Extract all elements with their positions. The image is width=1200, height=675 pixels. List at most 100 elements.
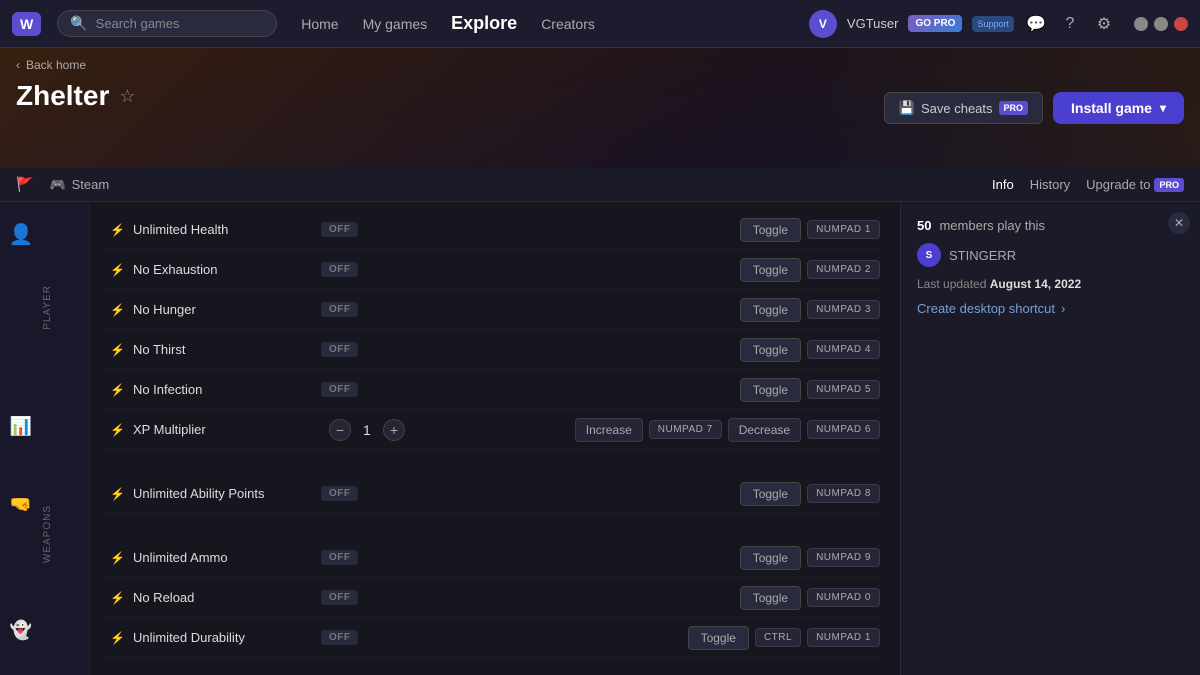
window-controls <box>1134 17 1188 31</box>
lightning-icon-10: ⚡ <box>110 631 125 645</box>
lightning-icon-8: ⚡ <box>110 551 125 565</box>
go-pro-badge[interactable]: GO PRO <box>908 15 962 32</box>
category-weapons-label: Weapons <box>42 497 53 571</box>
lightning-icon-7: ⚡ <box>110 487 125 501</box>
tab-info[interactable]: Info <box>992 177 1014 192</box>
nav-explore[interactable]: Explore <box>451 13 517 34</box>
members-text: members play this <box>939 218 1044 233</box>
toggle-button-no-exhaustion[interactable]: Toggle <box>740 258 801 282</box>
key-badge-unlimited-ammo: NUMPAD 9 <box>807 548 880 567</box>
info-panel: ✕ 50 members play this S STINGERR Last u… <box>900 202 1200 675</box>
search-input[interactable] <box>96 16 256 31</box>
back-link[interactable]: ‹ Back home <box>0 48 1200 76</box>
minimize-button[interactable] <box>1134 17 1148 31</box>
creator-avatar: S <box>917 243 941 267</box>
upgrade-pro-tag: PRO <box>1154 178 1184 192</box>
tab-upgrade-to[interactable]: Upgrade to PRO <box>1086 177 1184 192</box>
favorite-star-icon[interactable]: ☆ <box>119 86 135 107</box>
cheat-controls-no-thirst: Toggle NUMPAD 4 <box>740 338 880 362</box>
install-label: Install game <box>1071 100 1152 116</box>
install-chevron-icon: ▾ <box>1160 101 1166 115</box>
lightning-icon-9: ⚡ <box>110 591 125 605</box>
cheat-controls-no-exhaustion: Toggle NUMPAD 2 <box>740 258 880 282</box>
support-badge: Support <box>972 16 1014 32</box>
save-icon: 💾 <box>899 100 915 116</box>
username-label[interactable]: VGTuser <box>847 16 899 31</box>
toggle-button-no-hunger[interactable]: Toggle <box>740 298 801 322</box>
nav-links: Home My games Explore Creators <box>301 13 595 34</box>
maximize-button[interactable] <box>1154 17 1168 31</box>
help-icon[interactable]: ? <box>1058 12 1082 36</box>
toggle-button-no-infection[interactable]: Toggle <box>740 378 801 402</box>
toggle-button-unlimited-ammo[interactable]: Toggle <box>740 546 801 570</box>
weapons-cheats-group: ⚡ Unlimited Ammo OFF Toggle NUMPAD 9 ⚡ N… <box>106 522 884 658</box>
nav-home[interactable]: Home <box>301 16 338 32</box>
cheat-controls-ability-points: Toggle NUMPAD 8 <box>740 482 880 506</box>
multiplier-dec-circle[interactable]: − <box>329 419 351 441</box>
main-wrapper: ‹ Back home Zhelter ☆ 💾 Save cheats PRO … <box>0 48 1200 675</box>
increase-button-xp[interactable]: Increase <box>575 418 643 442</box>
cheat-name-unlimited-durability: Unlimited Durability <box>133 630 313 645</box>
cheat-row-unlimited-durability: ⚡ Unlimited Durability OFF Toggle CTRL N… <box>106 618 884 658</box>
search-icon: 🔍 <box>70 15 87 32</box>
cheat-name-no-exhaustion: No Exhaustion <box>133 262 313 277</box>
cheat-name-xp-multiplier: XP Multiplier <box>133 422 313 437</box>
toggle-button-unlimited-health[interactable]: Toggle <box>740 218 801 242</box>
decrease-button-xp[interactable]: Decrease <box>728 418 801 442</box>
lightning-icon-2: ⚡ <box>110 263 125 277</box>
toggle-button-no-reload[interactable]: Toggle <box>740 586 801 610</box>
tab-history[interactable]: History <box>1030 177 1070 192</box>
category-player[interactable]: 👤 Player <box>0 210 89 404</box>
sub-header: 🚩 🎮 Steam Info History Upgrade to PRO <box>0 168 1200 202</box>
player-cheats-group: ⚡ Unlimited Health OFF Toggle NUMPAD 1 ⚡… <box>106 210 884 450</box>
weapons-icon: 🤜 <box>10 494 32 515</box>
category-weapons[interactable]: 🤜 Weapons <box>0 472 89 598</box>
cheat-name-no-thirst: No Thirst <box>133 342 313 357</box>
lightning-icon-6: ⚡ <box>110 423 125 437</box>
toggle-button-unlimited-durability[interactable]: Toggle <box>688 626 749 650</box>
search-bar[interactable]: 🔍 <box>57 10 277 37</box>
create-desktop-shortcut-button[interactable]: Create desktop shortcut › <box>917 301 1184 316</box>
cheat-name-unlimited-ammo: Unlimited Ammo <box>133 550 313 565</box>
key-badge-ability-points: NUMPAD 8 <box>807 484 880 503</box>
save-cheats-pro-tag: PRO <box>999 101 1029 115</box>
cheat-name-no-reload: No Reload <box>133 590 313 605</box>
multiplier-value: 1 <box>357 422 377 438</box>
info-close-button[interactable]: ✕ <box>1168 212 1190 234</box>
discord-icon[interactable]: 💬 <box>1024 12 1048 36</box>
user-avatar: V <box>809 10 837 38</box>
platform-name: Steam <box>72 177 110 192</box>
flag-icon[interactable]: 🚩 <box>16 176 33 193</box>
install-game-button[interactable]: Install game ▾ <box>1053 92 1184 124</box>
cheat-state-unlimited-health: OFF <box>321 222 359 237</box>
nav-my-games[interactable]: My games <box>363 16 428 32</box>
sub-tabs: Info History Upgrade to PRO <box>992 177 1184 192</box>
cheat-controls-no-infection: Toggle NUMPAD 5 <box>740 378 880 402</box>
close-button[interactable] <box>1174 17 1188 31</box>
cheat-controls-unlimited-health: Toggle NUMPAD 1 <box>740 218 880 242</box>
cheat-controls-no-hunger: Toggle NUMPAD 3 <box>740 298 880 322</box>
toggle-button-no-thirst[interactable]: Toggle <box>740 338 801 362</box>
cheat-state-unlimited-ammo: OFF <box>321 550 359 565</box>
multiplier-inc-circle[interactable]: + <box>383 419 405 441</box>
key-badge-unlimited-health: NUMPAD 1 <box>807 220 880 239</box>
settings-icon[interactable]: ⚙ <box>1092 12 1116 36</box>
stats-cheats-group: ⚡ Unlimited Ability Points OFF Toggle NU… <box>106 458 884 514</box>
app-logo[interactable]: W <box>12 12 41 36</box>
key-badge-no-infection: NUMPAD 5 <box>807 380 880 399</box>
members-count: 50 <box>917 218 931 233</box>
nav-creators[interactable]: Creators <box>541 16 595 32</box>
player-icon: 👤 <box>9 222 34 247</box>
category-sidebar: 👤 Player 📊 <box>0 202 90 675</box>
cheat-state-ability-points: OFF <box>321 486 359 501</box>
category-player-label: Player <box>42 277 53 338</box>
toggle-button-ability-points[interactable]: Toggle <box>740 482 801 506</box>
save-cheats-button[interactable]: 💾 Save cheats PRO <box>884 92 1043 124</box>
category-enemy[interactable]: 👻 <box>0 598 89 675</box>
steam-icon: 🎮 <box>49 177 65 193</box>
cheat-state-no-infection: OFF <box>321 382 359 397</box>
cheat-name-no-infection: No Infection <box>133 382 313 397</box>
key-badge-xp-inc: NUMPAD 7 <box>649 420 722 439</box>
cheat-state-no-thirst: OFF <box>321 342 359 357</box>
category-stats[interactable]: 📊 <box>0 404 89 472</box>
